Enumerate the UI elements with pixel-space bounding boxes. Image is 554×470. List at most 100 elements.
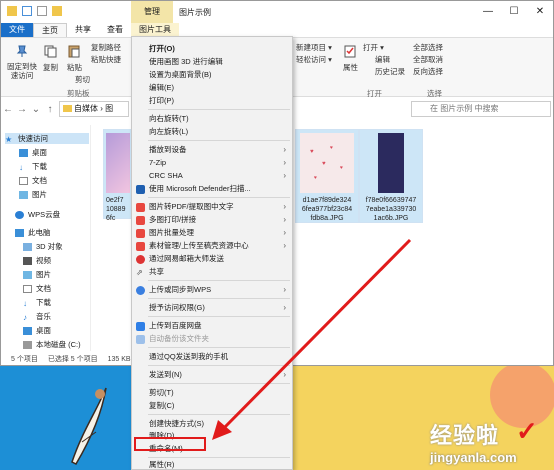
select-none-button[interactable]: 全部取消: [413, 54, 443, 65]
item-count: 5 个项目: [11, 356, 38, 363]
select-all-button[interactable]: 全部选择: [413, 42, 443, 53]
up-arrow-icon[interactable]: ↑: [43, 104, 57, 115]
tab-share[interactable]: 共享: [67, 23, 99, 37]
menu-item-open[interactable]: 打开(O): [132, 43, 292, 55]
history-button[interactable]: 历史记录: [375, 66, 405, 77]
menu-item-create-shortcut[interactable]: 创建快捷方式(S): [132, 418, 292, 430]
document-icon[interactable]: [37, 6, 47, 16]
title-bar: 管理 图片示例 — ☐ ✕: [1, 1, 553, 23]
menu-item-defender-scan[interactable]: 使用 Microsoft Defender扫描...: [132, 183, 292, 195]
properties-button[interactable]: 属性: [343, 62, 358, 73]
nav-music[interactable]: ♪ 音乐: [23, 311, 51, 322]
tab-home[interactable]: 主页: [33, 23, 67, 37]
menu-item-copy[interactable]: 复制(C): [132, 400, 292, 412]
easy-access-button[interactable]: 轻松访问 ▾: [296, 54, 332, 65]
open-button[interactable]: 打开 ▾: [363, 42, 384, 53]
nav-desktop[interactable]: 桌面: [19, 147, 47, 158]
paste-shortcut-button[interactable]: 粘贴快捷: [91, 54, 121, 65]
copy-path-button[interactable]: 复制路径: [91, 42, 121, 53]
file-thumbnail[interactable]: 0e2f7 10889 6fc: [103, 129, 133, 222]
menu-item-set-wallpaper[interactable]: 设置为桌面背景(B): [132, 69, 292, 81]
nav-downloads[interactable]: ↓ 下载: [19, 161, 47, 172]
menu-item-7zip[interactable]: 7-Zip ›: [132, 157, 292, 169]
folder-icon: [63, 105, 72, 112]
menu-item-qq-send[interactable]: 通过QQ发送到我的手机: [132, 351, 292, 363]
tab-view[interactable]: 查看: [99, 23, 131, 37]
edit-button[interactable]: 编辑: [375, 54, 390, 65]
paste-icon: [68, 45, 80, 58]
invert-selection-button[interactable]: 反向选择: [413, 66, 443, 77]
tab-picture-tools[interactable]: 图片工具: [131, 23, 179, 37]
nav-wps-cloud[interactable]: WPS云盘: [15, 209, 60, 220]
back-arrow-icon[interactable]: ←: [1, 104, 15, 115]
nav-3d-objects[interactable]: 3D 对象: [23, 241, 63, 252]
nav-videos[interactable]: 视频: [23, 255, 51, 266]
pin-quick-access-button[interactable]: 固定到快 速访问: [7, 62, 37, 80]
file-thumbnail[interactable]: ♥ ♥ ♥ ♥ ♥ d1ae7f89de324 6fea977bf23c84 fdb…: [295, 129, 359, 223]
context-menu: 打开(O) 使用画图 3D 进行编辑 设置为桌面背景(B) 编辑(E) 打印(P…: [131, 36, 293, 470]
nav-this-pc[interactable]: 此电脑: [15, 227, 51, 238]
nav-local-disk-c[interactable]: 本地磁盘 (C:): [23, 339, 81, 350]
chevron-right-icon: ›: [283, 158, 286, 167]
menu-item-netease-mail[interactable]: 通过网易邮箱大师发送: [132, 253, 292, 265]
menu-item-cast-to-device[interactable]: 播放到设备 ›: [132, 144, 292, 156]
menu-item-wps-sync[interactable]: 上传或同步到WPS ›: [132, 284, 292, 296]
manage-context-tab[interactable]: 管理: [131, 1, 173, 23]
cloud-icon: [136, 286, 145, 295]
pin-icon: [16, 45, 28, 57]
menu-item-properties[interactable]: 属性(R): [132, 459, 292, 470]
download-icon: ↓: [19, 162, 23, 172]
cut-button[interactable]: 剪切: [75, 74, 90, 85]
nav-documents[interactable]: 文档: [19, 175, 47, 186]
recent-chevron-icon[interactable]: ⌄: [29, 104, 43, 115]
paste-button[interactable]: 粘贴: [67, 62, 82, 73]
menu-item-asset-manage[interactable]: 素材管理/上传至稿壳资源中心 ›: [132, 240, 292, 252]
minimize-button[interactable]: —: [475, 1, 501, 23]
menu-item-auto-backup[interactable]: 自动备份该文件夹: [132, 333, 292, 345]
menu-item-batch-process[interactable]: 图片批量处理 ›: [132, 227, 292, 239]
menu-item-edit[interactable]: 编辑(E): [132, 82, 292, 94]
menu-item-share[interactable]: ⇗ 共享: [132, 266, 292, 278]
menu-separator: [148, 414, 290, 415]
folder-icon[interactable]: [52, 6, 62, 16]
share-icon: ⇗: [136, 268, 143, 277]
music-icon: ♪: [23, 312, 27, 322]
nav-desktop-pc[interactable]: 桌面: [23, 325, 51, 336]
menu-item-crc-sha[interactable]: CRC SHA ›: [132, 170, 292, 182]
menu-separator: [148, 365, 290, 366]
file-thumbnail[interactable]: f78e0f66639747 7eabe1a339730 1ac6b.JPG: [359, 129, 423, 223]
checkbox-icon[interactable]: [22, 6, 32, 16]
forward-arrow-icon[interactable]: →: [15, 104, 29, 115]
menu-item-image-to-pdf[interactable]: 图片转PDF/提取图中文字 ›: [132, 201, 292, 213]
address-path[interactable]: 自媒体 › 图: [59, 101, 129, 117]
nav-pictures[interactable]: 图片: [19, 189, 47, 200]
menu-item-grant-access[interactable]: 授予访问权限(G) ›: [132, 302, 292, 314]
file-name: 0e2f7 10889 6fc: [106, 197, 126, 222]
search-input[interactable]: 在 图片示例 中搜索: [411, 101, 551, 117]
computer-icon: [15, 228, 24, 237]
desktop-icon: [23, 326, 32, 335]
nav-documents-pc[interactable]: 文档: [23, 283, 51, 294]
menu-item-baidu-upload[interactable]: 上传到百度网盘: [132, 320, 292, 332]
menu-item-paint3d[interactable]: 使用画图 3D 进行编辑: [132, 56, 292, 68]
copy-button[interactable]: 复制: [43, 62, 58, 73]
download-icon: ↓: [23, 298, 27, 308]
svg-text:♥: ♥: [314, 175, 317, 181]
menu-item-print[interactable]: 打印(P): [132, 95, 292, 107]
nav-quick-access[interactable]: ★ 快速访问: [5, 133, 89, 144]
checkmark-icon: ✓: [516, 416, 538, 446]
close-button[interactable]: ✕: [527, 1, 553, 23]
nav-pictures-pc[interactable]: 图片: [23, 269, 51, 280]
menu-item-rotate-right[interactable]: 向右旋转(T): [132, 113, 292, 125]
tab-file[interactable]: 文件: [1, 23, 33, 37]
menu-item-multi-print[interactable]: 多图打印/拼接 ›: [132, 214, 292, 226]
menu-item-cut[interactable]: 剪切(T): [132, 387, 292, 399]
nav-downloads-pc[interactable]: ↓ 下载: [23, 297, 51, 308]
wps-icon: [136, 216, 145, 225]
new-item-button[interactable]: 新建项目 ▾: [296, 42, 332, 53]
copy-icon: [44, 45, 57, 58]
maximize-button[interactable]: ☐: [501, 1, 527, 23]
menu-item-send-to[interactable]: 发送到(N) ›: [132, 369, 292, 381]
menu-item-rotate-left[interactable]: 向左旋转(L): [132, 126, 292, 138]
thumbnail-image: [106, 133, 130, 193]
